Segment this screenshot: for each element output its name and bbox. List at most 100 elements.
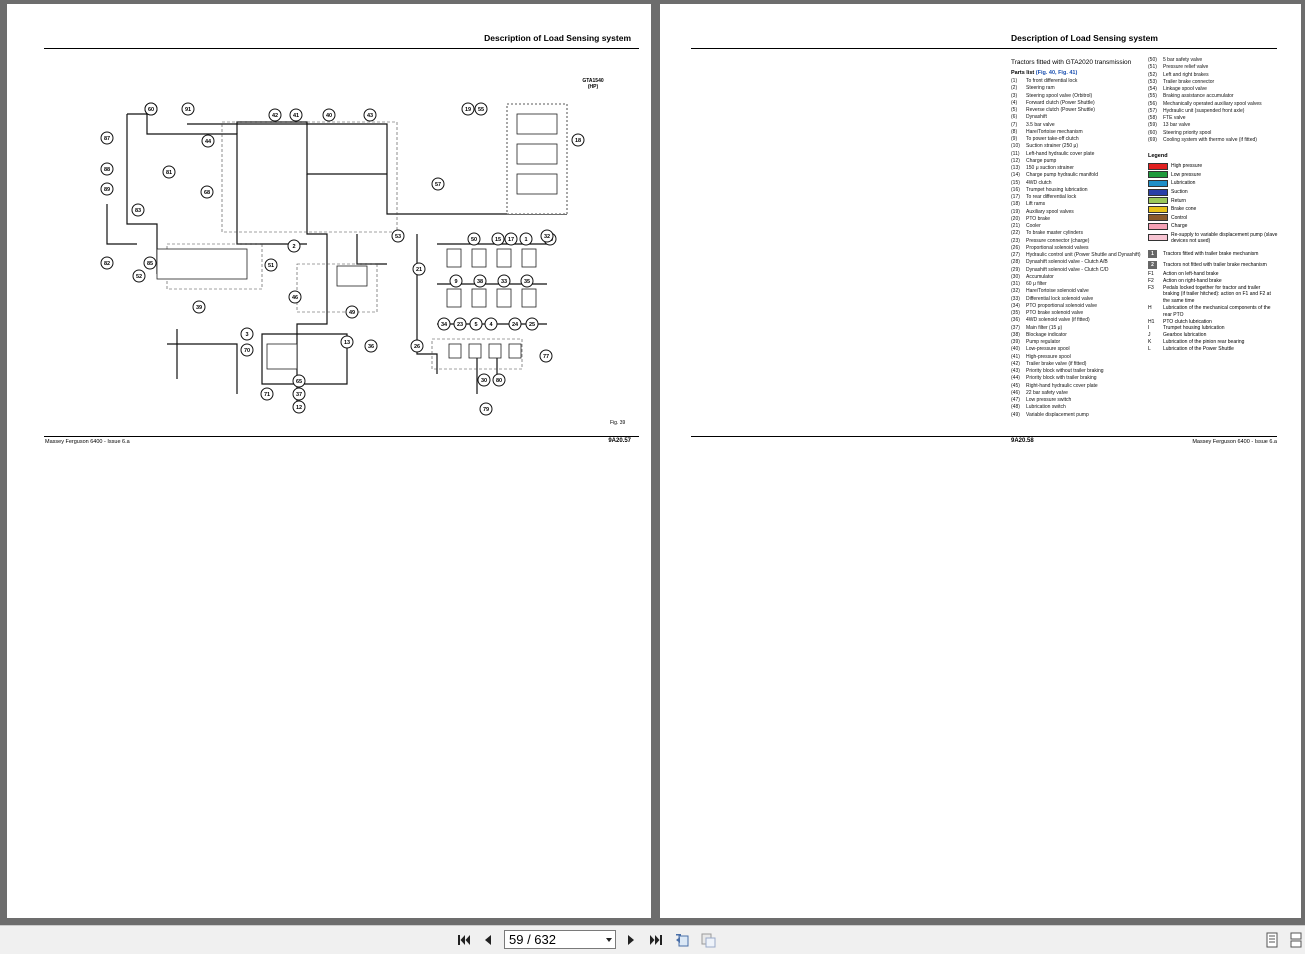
parts-list-item: (52) Left and right brakes	[1148, 72, 1283, 79]
rotate-back-button[interactable]	[674, 932, 690, 948]
part-description: Variable displacement pump	[1026, 411, 1089, 418]
note-item: L Lubrication of the Power Shuttle	[1148, 346, 1278, 353]
parts-list-item: (55) Braking assistance accumulator	[1148, 93, 1283, 100]
part-number: (22)	[1011, 230, 1020, 237]
part-description: Trumpet housing lubrication	[1026, 186, 1088, 193]
callout-label: 37	[296, 392, 302, 398]
note-key: K	[1148, 338, 1152, 345]
document-page-left: Description of Load Sensing system GTA15…	[7, 4, 651, 918]
continuous-view-button[interactable]	[1288, 932, 1304, 948]
callout-label: 71	[264, 392, 270, 398]
legend-item: Charge	[1148, 222, 1286, 231]
legend-swatch	[1148, 214, 1168, 222]
callout-marker: 25	[525, 317, 539, 331]
callout-label: 36	[368, 344, 374, 350]
note-key: F2	[1148, 277, 1154, 284]
callout-marker: 82	[100, 256, 114, 270]
parts-list-item: (43) Priority block without trailer braki…	[1011, 368, 1141, 375]
next-page-button[interactable]	[623, 932, 639, 948]
callout-marker: 89	[100, 182, 114, 196]
note-item: F2 Action on right-hand brake	[1148, 278, 1278, 285]
part-description: Left-hand hydraulic cover plate	[1026, 150, 1095, 157]
part-description: Auxiliary spool valves	[1026, 208, 1074, 215]
previous-page-button[interactable]	[480, 932, 496, 948]
part-number: (60)	[1148, 129, 1157, 136]
part-number: (55)	[1148, 93, 1157, 100]
legend-swatch	[1148, 188, 1168, 196]
callout-marker: 30	[477, 373, 491, 387]
parts-list-item: (18) Lift rams	[1011, 201, 1141, 208]
rotate-forward-button[interactable]	[700, 932, 716, 948]
part-description: Forward clutch (Power Shuttle)	[1026, 99, 1095, 106]
part-description: Pressure connector (charge)	[1026, 237, 1090, 244]
last-page-icon	[650, 935, 662, 945]
note-key: F3	[1148, 284, 1154, 291]
parts-list-item: (2) Steering ram	[1011, 85, 1141, 92]
part-description: 22 bar safety valve	[1026, 389, 1068, 396]
legend-item: Low pressure	[1148, 171, 1286, 180]
callout-marker: 44	[201, 134, 215, 148]
section-title: Tractors fitted with GTA2020 transmissio…	[1011, 59, 1132, 66]
footer-page-number: 9A20.58	[1011, 438, 1034, 444]
parts-list-column-1: (1) To front differential lock (2) Steering…	[1011, 78, 1141, 419]
parts-list-item: (54) Linkage spool valve	[1148, 86, 1283, 93]
part-number: (26)	[1011, 244, 1020, 251]
callout-marker: 88	[100, 162, 114, 176]
part-number: (53)	[1148, 78, 1157, 85]
parts-list-item: (22) To brake master cylinders	[1011, 230, 1141, 237]
last-page-button[interactable]	[648, 932, 664, 948]
callout-label: 35	[524, 279, 530, 285]
part-description: Dynashift solenoid valve - Clutch C/D	[1026, 266, 1109, 273]
callout-label: 51	[268, 263, 274, 269]
next-page-icon	[628, 935, 634, 945]
callout-label: 50	[471, 237, 477, 243]
rotate-forward-icon	[701, 933, 716, 948]
parts-list-item: (30) Accumulator	[1011, 274, 1141, 281]
parts-list-heading: Parts list (Fig. 40, Fig. 41)	[1011, 70, 1077, 76]
legend-label: Brake cone	[1171, 206, 1197, 213]
callout-marker: 33	[497, 274, 511, 288]
callout-marker: 17	[504, 232, 518, 246]
callout-marker: 43	[363, 108, 377, 122]
callout-marker: 4	[484, 317, 498, 331]
callout-label: 12	[296, 405, 302, 411]
note-text: PTO clutch lubrication	[1163, 318, 1212, 325]
part-number: (32)	[1011, 288, 1020, 295]
callout-label: 87	[104, 136, 110, 142]
part-number: (48)	[1011, 404, 1020, 411]
note-text: Lubrication of the pinion rear bearing	[1163, 338, 1245, 345]
part-number: (50)	[1148, 57, 1157, 63]
legend-swatch	[1148, 162, 1168, 170]
part-number: (41)	[1011, 353, 1020, 360]
parts-list-label: Parts list	[1011, 70, 1035, 76]
part-number: (11)	[1011, 150, 1020, 157]
part-description: Dynashift	[1026, 114, 1047, 121]
callout-label: 53	[395, 234, 401, 240]
parts-list-item: (50) 5 bar safety valve	[1148, 57, 1283, 64]
part-description: Hydraulic unit (suspended front axle)	[1163, 107, 1245, 114]
callout-label: 19	[465, 107, 471, 113]
legend-item: Suction	[1148, 188, 1286, 197]
callout-marker: 1	[519, 232, 533, 246]
note-key: J	[1148, 332, 1151, 339]
note-key: L	[1148, 345, 1151, 352]
first-page-button[interactable]	[456, 932, 472, 948]
callout-label: 26	[414, 344, 420, 350]
callout-label: 30	[481, 378, 487, 384]
parts-list-item: (14) Charge pump hydraulic manifold	[1011, 172, 1141, 179]
part-description: 3.5 bar valve	[1026, 121, 1055, 128]
note-item: H1 PTO clutch lubrication	[1148, 319, 1278, 326]
part-number: (35)	[1011, 310, 1020, 316]
callout-marker: 5	[469, 317, 483, 331]
part-description: PTO proportional solenoid valve	[1026, 302, 1098, 309]
single-page-view-button[interactable]	[1264, 932, 1280, 948]
callout-label: 40	[326, 113, 332, 119]
callout-marker: 35	[520, 274, 534, 288]
callout-marker: 51	[264, 258, 278, 272]
part-number: (6)	[1011, 114, 1018, 121]
parts-list-item: (48) Lubrication switch	[1011, 404, 1141, 411]
page-number-select[interactable]: 59 / 632	[504, 930, 616, 949]
callout-label: 81	[166, 170, 172, 176]
footer-rule	[44, 436, 639, 437]
part-number: (8)	[1011, 128, 1018, 135]
